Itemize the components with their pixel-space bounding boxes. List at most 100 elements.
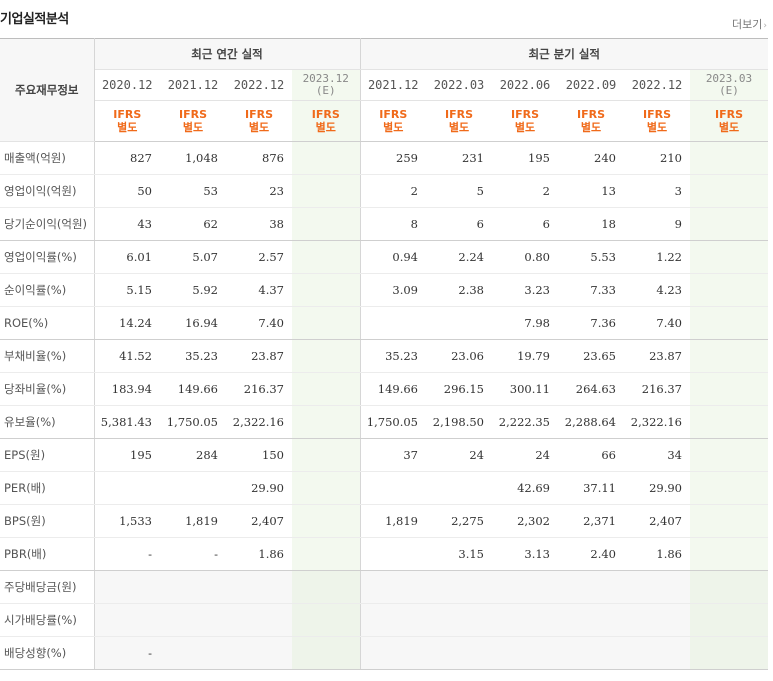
table-cell (690, 207, 768, 241)
ifrs-basis-header: IFRS 별도 (160, 100, 226, 142)
table-cell (492, 636, 558, 670)
more-label: 더보기 (732, 18, 763, 31)
table-cell: 150 (226, 438, 292, 472)
ifrs-basis-header: IFRS 별도 (690, 100, 768, 142)
table-cell (292, 504, 361, 538)
more-link[interactable]: 더보기› (732, 16, 767, 32)
table-cell: 2,371 (558, 504, 624, 538)
table-cell (690, 405, 768, 439)
table-cell: 13 (558, 174, 624, 208)
table-row: 주당배당금(원) (0, 570, 768, 604)
table-cell (624, 636, 690, 670)
table-cell: 7.33 (558, 273, 624, 307)
table-cell: 827 (94, 141, 160, 175)
table-row: PBR(배) - -1.86 3.15 3.13 2.40 1.86 (0, 537, 768, 571)
table-cell (426, 570, 492, 604)
table-cell: 2 (492, 174, 558, 208)
ifrs-label: IFRS (179, 108, 207, 121)
table-cell: 2,302 (492, 504, 558, 538)
table-cell: 16.94 (160, 306, 226, 340)
table-cell: 2,322.16 (226, 405, 292, 439)
table-cell: 3.13 (492, 537, 558, 571)
table-cell: 1,750.05 (160, 405, 226, 439)
table-cell (690, 306, 768, 340)
table-row: 당기순이익(억원) 43 62 38 8 6 6 18 9 (0, 207, 768, 241)
table-cell: 41.52 (94, 339, 160, 373)
ifrs-label: IFRS (245, 108, 273, 121)
table-cell: 2,198.50 (426, 405, 492, 439)
table-cell: 23.06 (426, 339, 492, 373)
table-cell: 240 (558, 141, 624, 175)
table-cell (292, 636, 361, 670)
table-cell: 7.36 (558, 306, 624, 340)
table-cell (292, 240, 361, 274)
table-cell: 29.90 (624, 471, 690, 505)
ifrs-label: IFRS (643, 108, 671, 121)
table-cell: 2.38 (426, 273, 492, 307)
table-cell (292, 603, 361, 637)
table-cell: 66 (558, 438, 624, 472)
table-cell: 0.80 (492, 240, 558, 274)
table-cell (160, 603, 226, 637)
table-row: 매출액(억원) 827 1,048 876 259 231 195 240 210 (0, 141, 768, 175)
table-cell: 1,819 (160, 504, 226, 538)
table-cell (690, 141, 768, 175)
table-cell (558, 636, 624, 670)
table-cell (690, 372, 768, 406)
table-row: 배당성향(%) - (0, 636, 768, 670)
table-cell: 296.15 (426, 372, 492, 406)
table-cell: 216.37 (226, 372, 292, 406)
table-cell: 23.87 (624, 339, 690, 373)
table-row: EPS(원) 195 284 150 37 24 24 66 34 (0, 438, 768, 472)
period-header: 2022.12 (226, 69, 292, 101)
table-cell: 0.94 (360, 240, 426, 274)
table-cell (292, 372, 361, 406)
table-cell: 38 (226, 207, 292, 241)
table-cell: 3.15 (426, 537, 492, 571)
table-cell: 149.66 (160, 372, 226, 406)
table-cell: 195 (94, 438, 160, 472)
row-label: 순이익률(%) (0, 273, 95, 307)
table-row: ROE(%) 14.24 16.94 7.40 7.98 7.36 7.40 (0, 306, 768, 340)
table-cell: 2,222.35 (492, 405, 558, 439)
ifrs-basis-header: IFRS 별도 (558, 100, 624, 142)
table-cell: 5.15 (94, 273, 160, 307)
table-cell (360, 537, 426, 571)
ifrs-basis-label: 별도 (315, 121, 336, 134)
table-cell: 2 (360, 174, 426, 208)
table-cell (690, 636, 768, 670)
table-row: 시가배당률(%) (0, 603, 768, 637)
table-cell: 1,750.05 (360, 405, 426, 439)
table-cell: 149.66 (360, 372, 426, 406)
estimate-flag: (E) (315, 84, 336, 97)
table-cell: 35.23 (160, 339, 226, 373)
quarter-group-header: 최근 분기 실적 (360, 38, 768, 70)
row-label: 시가배당률(%) (0, 603, 95, 637)
table-cell (94, 570, 160, 604)
table-cell: 35.23 (360, 339, 426, 373)
table-cell: 8 (360, 207, 426, 241)
table-cell: 5,381.43 (94, 405, 160, 439)
row-label: 영업이익(억원) (0, 174, 95, 208)
ifrs-basis-label: 별도 (383, 121, 404, 134)
table-cell: 876 (226, 141, 292, 175)
table-cell: 3 (624, 174, 690, 208)
period-header: 2022.06 (492, 69, 558, 101)
table-cell: 37.11 (558, 471, 624, 505)
table-cell: 18 (558, 207, 624, 241)
table-cell: 300.11 (492, 372, 558, 406)
table-cell (492, 603, 558, 637)
table-cell (226, 603, 292, 637)
table-cell (426, 471, 492, 505)
table-cell: 5.53 (558, 240, 624, 274)
table-cell (624, 570, 690, 604)
table-cell (690, 603, 768, 637)
ifrs-basis-header: IFRS 별도 (94, 100, 160, 142)
table-cell (292, 471, 361, 505)
table-cell (690, 273, 768, 307)
table-cell (160, 570, 226, 604)
ifrs-basis-label: 별도 (514, 121, 536, 134)
ifrs-basis-header: IFRS 별도 (226, 100, 292, 142)
table-cell: 2,407 (226, 504, 292, 538)
row-label: PER(배) (0, 471, 95, 505)
